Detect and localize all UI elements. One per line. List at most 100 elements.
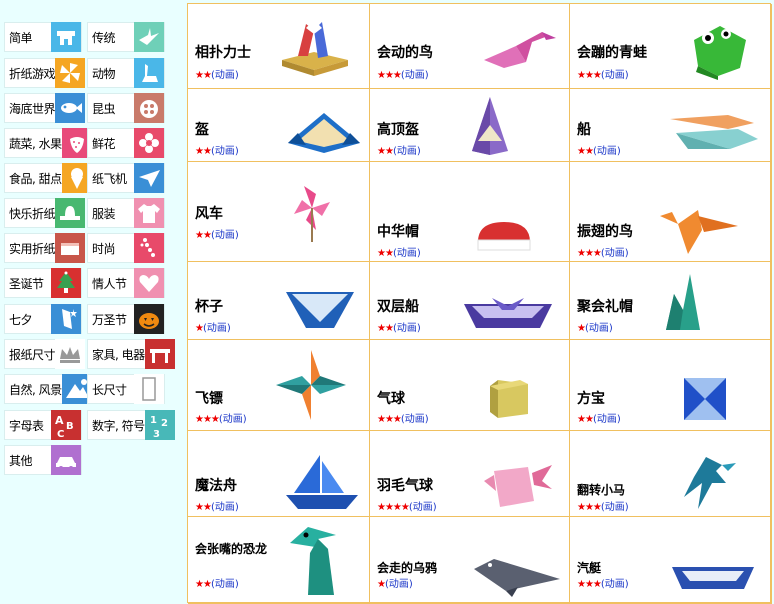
category-animals[interactable]: 动物 — [87, 58, 165, 88]
animation-link[interactable]: (动画) — [393, 248, 421, 259]
animation-link[interactable]: (动画) — [211, 146, 239, 157]
origami-item-jumping-frog[interactable]: 会蹦的青蛙 ★★★(动画) — [570, 4, 772, 89]
category-qixi[interactable]: 七夕 — [4, 304, 82, 334]
animation-link[interactable]: (动画) — [393, 146, 421, 157]
origami-item-boat[interactable]: 船 ★★(动画) — [570, 89, 772, 162]
category-clothing[interactable]: 服装 — [87, 198, 165, 228]
item-rating: ★★(动画) — [377, 244, 421, 259]
item-rating: ★★(动画) — [377, 319, 421, 334]
animation-link[interactable]: (动画) — [409, 502, 437, 513]
animation-link[interactable]: (动画) — [601, 579, 629, 590]
paper-plane-icon — [134, 163, 164, 193]
category-paper-planes[interactable]: 纸飞机 — [87, 163, 165, 193]
star-festival-icon — [51, 304, 81, 334]
animation-link[interactable]: (动画) — [219, 414, 247, 425]
svg-text:3: 3 — [153, 429, 160, 438]
origami-item-walking-crow[interactable]: 会走的乌鸦 ★(动画) — [370, 517, 570, 604]
animation-link[interactable]: (动画) — [385, 579, 413, 590]
animation-link[interactable]: (动画) — [593, 146, 621, 157]
item-rating: ★★★(动画) — [377, 410, 429, 425]
shirt-icon — [134, 198, 164, 228]
category-numbers-symbols[interactable]: 数字, 符号 123 — [87, 410, 175, 440]
category-christmas[interactable]: 圣诞节 — [4, 268, 82, 298]
origami-item-sumo[interactable]: 相扑力士 ★★(动画) — [188, 4, 370, 89]
origami-item-magic-boat[interactable]: 魔法舟 ★★(动画) — [188, 431, 370, 517]
category-happy-origami[interactable]: 快乐折纸 — [4, 198, 86, 228]
category-halloween[interactable]: 万圣节 — [87, 304, 165, 334]
category-origami-games[interactable]: 折纸游戏 — [4, 58, 86, 88]
animation-link[interactable]: (动画) — [211, 230, 239, 241]
item-title: 会张嘴的恐龙 — [195, 542, 268, 556]
category-label: 鲜花 — [92, 136, 116, 151]
origami-item-shuriken[interactable]: 飞镖 ★★★(动画) — [188, 340, 370, 431]
car-icon — [51, 445, 81, 475]
origami-item-moving-bird[interactable]: 会动的鸟 ★★★(动画) — [370, 4, 570, 89]
origami-item-square-treasure[interactable]: 方宝 ★★(动画) — [570, 340, 772, 431]
origami-grid: 相扑力士 ★★(动画) 会动的鸟 ★★★(动画) 会蹦的青蛙 ★★★(动画) 盔… — [187, 3, 772, 604]
item-rating: ★★(动画) — [195, 66, 239, 81]
origami-item-windmill[interactable]: 风车 ★★(动画) — [188, 162, 370, 262]
animation-link[interactable]: (动画) — [401, 70, 429, 81]
animation-link[interactable]: (动画) — [593, 414, 621, 425]
category-insects[interactable]: 昆虫 — [87, 93, 165, 123]
item-title: 船 — [577, 122, 591, 138]
category-label: 数字, 符号 — [92, 418, 145, 433]
ladybug-icon — [134, 93, 164, 123]
item-rating: ★★(动画) — [577, 142, 621, 157]
category-undersea[interactable]: 海底世界 — [4, 93, 86, 123]
animation-link[interactable]: (动画) — [211, 502, 239, 513]
category-label: 快乐折纸 — [9, 206, 56, 221]
difficulty-stars: ★★★ — [195, 414, 220, 425]
difficulty-stars: ★★ — [577, 414, 594, 425]
origami-item-chinese-hat[interactable]: 中华帽 ★★(动画) — [370, 162, 570, 262]
animation-link[interactable]: (动画) — [401, 414, 429, 425]
category-traditional[interactable]: 传统 — [87, 22, 165, 52]
item-title: 振翅的鸟 — [577, 224, 633, 240]
animation-link[interactable]: (动画) — [601, 502, 629, 513]
category-newspaper-size[interactable]: 报纸尺寸 — [4, 339, 86, 369]
category-other[interactable]: 其他 — [4, 445, 82, 475]
category-simple[interactable]: 简单 — [4, 22, 82, 52]
category-flowers[interactable]: 鲜花 — [87, 128, 165, 158]
item-rating: ★★★(动画) — [377, 66, 429, 81]
category-alphabet[interactable]: 字母表 ABC — [4, 410, 82, 440]
animation-link[interactable]: (动画) — [601, 70, 629, 81]
item-title: 风车 — [195, 206, 223, 222]
animation-link[interactable]: (动画) — [601, 248, 629, 259]
animation-link[interactable]: (动画) — [211, 70, 239, 81]
house-icon — [51, 22, 81, 52]
animation-link[interactable]: (动画) — [211, 579, 239, 590]
item-title: 羽毛气球 — [377, 478, 433, 494]
animation-link[interactable]: (动画) — [203, 323, 231, 334]
origami-item-double-boat[interactable]: 双层船 ★★(动画) — [370, 262, 570, 340]
origami-item-cup[interactable]: 杯子 ★(动画) — [188, 262, 370, 340]
origami-item-party-hat[interactable]: 聚会礼帽 ★(动画) — [570, 262, 772, 340]
difficulty-stars: ★★★★ — [377, 502, 410, 513]
origami-item-tall-helmet[interactable]: 高顶盔 ★★(动画) — [370, 89, 570, 162]
category-nature[interactable]: 自然, 风景 — [4, 374, 92, 404]
moving-bird-icon — [482, 26, 562, 74]
origami-item-motorboat[interactable]: 汽艇 ★★★(动画) — [570, 517, 772, 604]
category-long-size[interactable]: 长尺寸 — [87, 374, 165, 404]
difficulty-stars: ★★ — [377, 323, 394, 334]
category-furniture[interactable]: 家具, 电器 — [87, 339, 175, 369]
abc-icon: ABC — [51, 410, 81, 440]
category-food-desserts[interactable]: 食品, 甜点 — [4, 163, 92, 193]
animation-link[interactable]: (动画) — [393, 323, 421, 334]
category-valentines[interactable]: 情人节 — [87, 268, 165, 298]
category-vegetables-fruits[interactable]: 蔬菜, 水果 — [4, 128, 92, 158]
origami-item-dinosaur[interactable]: 会张嘴的恐龙 ★★(动画) — [188, 517, 370, 604]
origami-item-flipping-horse[interactable]: 翻转小马 ★★★(动画) — [570, 431, 772, 517]
origami-item-helmet[interactable]: 盔 ★★(动画) — [188, 89, 370, 162]
item-title: 双层船 — [377, 299, 419, 315]
animation-link[interactable]: (动画) — [585, 323, 613, 334]
category-fashion[interactable]: 时尚 — [87, 233, 165, 263]
category-label: 动物 — [92, 66, 116, 81]
item-title: 高顶盔 — [377, 122, 419, 138]
item-rating: ★★★★(动画) — [377, 498, 437, 513]
origami-item-balloon[interactable]: 气球 ★★★(动画) — [370, 340, 570, 431]
difficulty-stars: ★★★ — [577, 579, 602, 590]
category-practical[interactable]: 实用折纸 — [4, 233, 86, 263]
origami-item-feather-balloon[interactable]: 羽毛气球 ★★★★(动画) — [370, 431, 570, 517]
origami-item-flapping-bird[interactable]: 振翅的鸟 ★★★(动画) — [570, 162, 772, 262]
